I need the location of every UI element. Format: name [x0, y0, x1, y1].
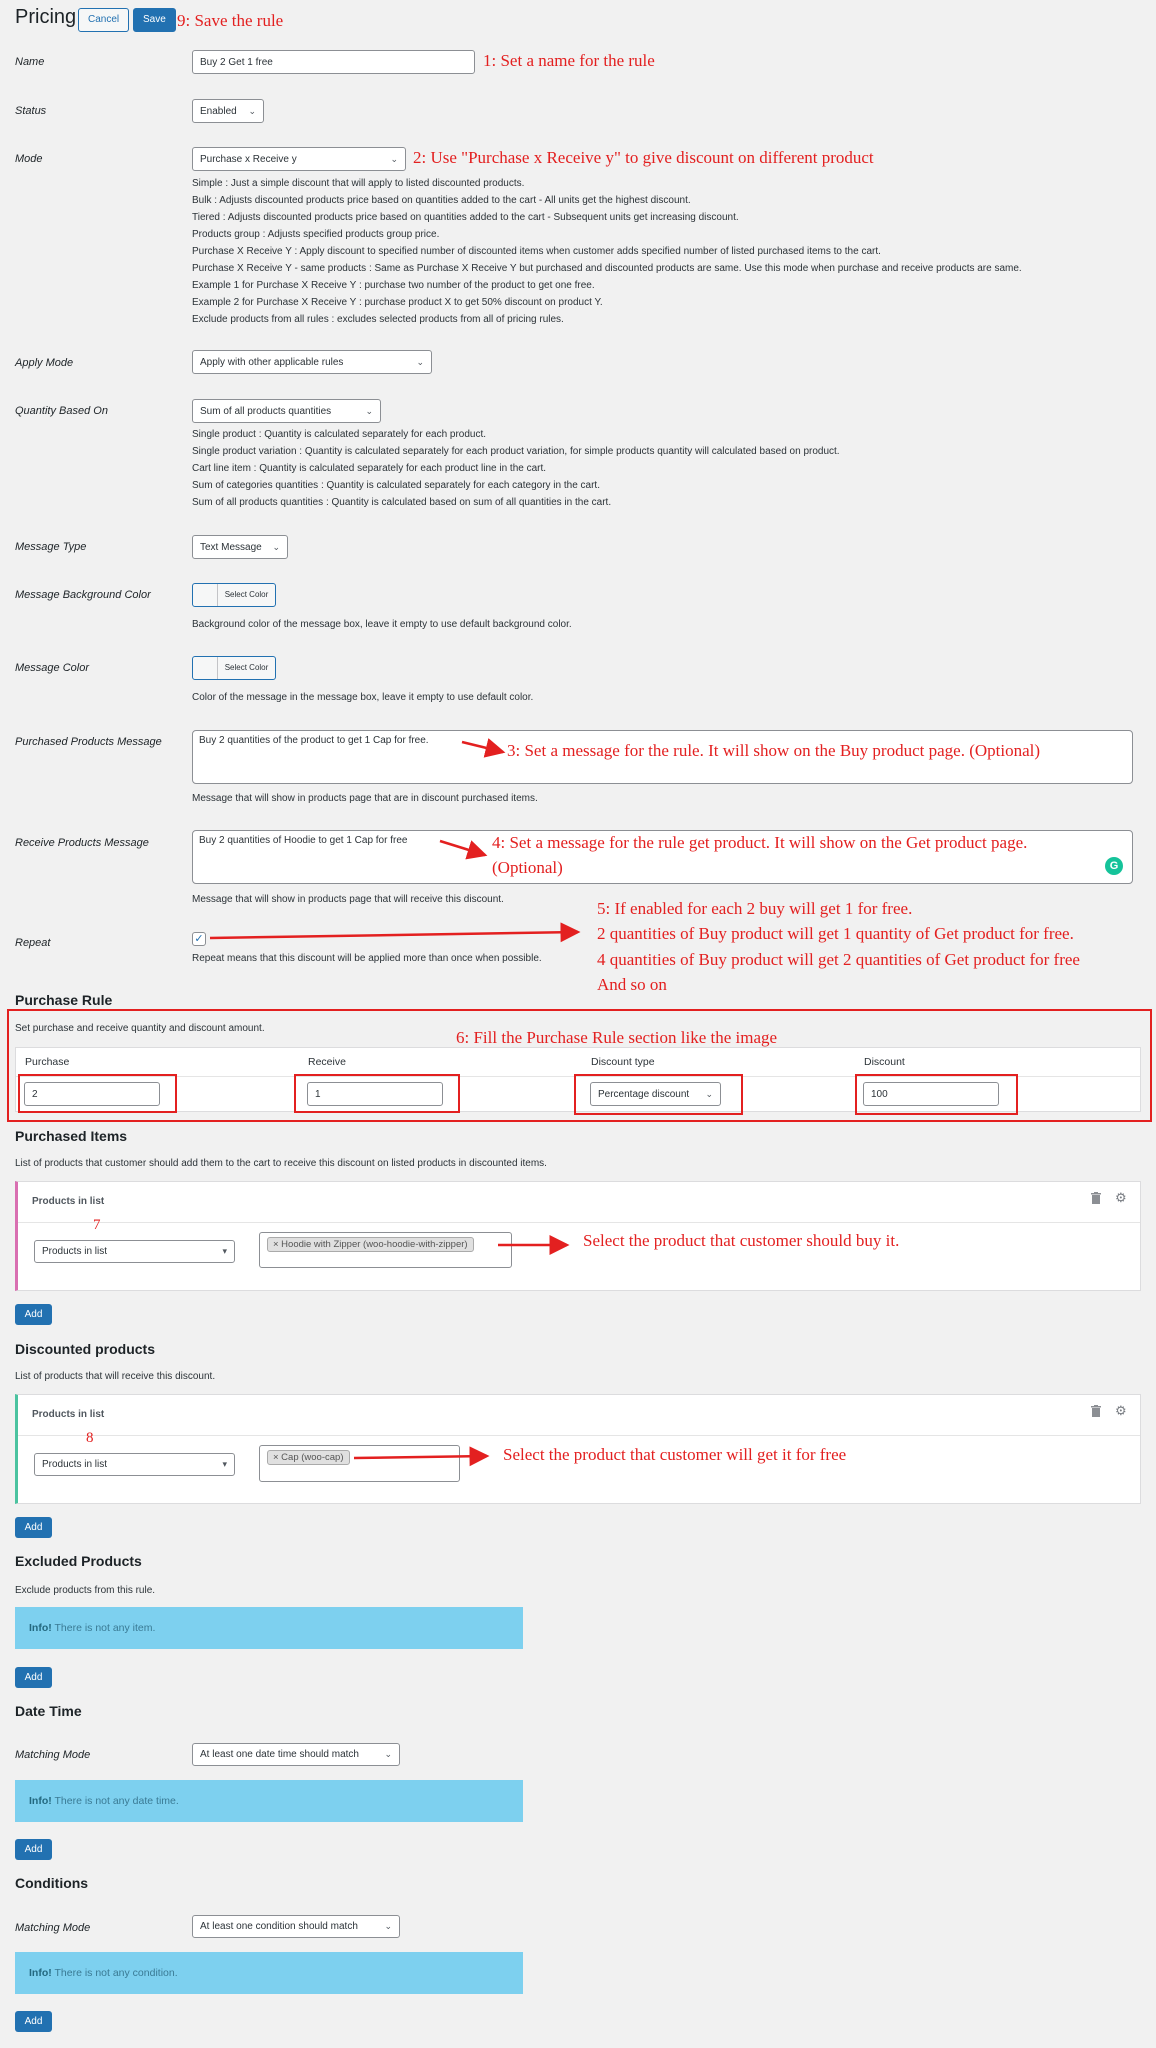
- arrow-repeat: [209, 922, 581, 943]
- arrow-discounted-products: [353, 1446, 490, 1467]
- arrow-receive-message: [439, 839, 488, 860]
- annotation-arrows: [209, 738, 581, 1467]
- arrow-purchased-message: [461, 738, 506, 758]
